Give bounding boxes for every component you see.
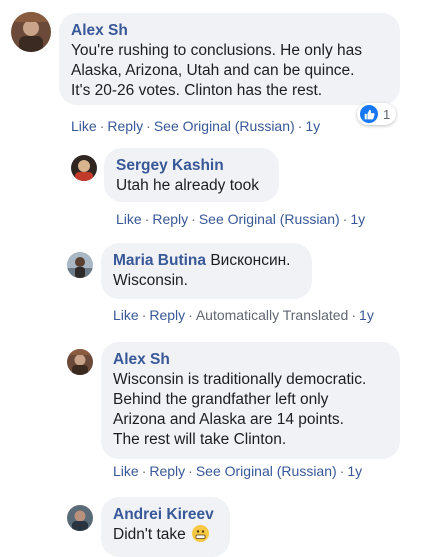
comment-author[interactable]: Alex Sh bbox=[71, 21, 388, 41]
timestamp[interactable]: 1y bbox=[347, 463, 362, 479]
comment-bubble: Sergey Kashin Utah he already took bbox=[104, 148, 279, 202]
comment-text-line: Wisconsin. bbox=[113, 272, 188, 289]
comment-actions: Like · Reply · See Original (Russian) · 1y bbox=[113, 462, 362, 480]
comment-author[interactable]: Maria Butina bbox=[113, 252, 206, 269]
comment-bubble: Andrei Kireev Didn't take bbox=[101, 497, 230, 557]
timestamp[interactable]: 1y bbox=[305, 118, 320, 134]
reply-link[interactable]: Reply bbox=[149, 463, 185, 479]
like-link[interactable]: Like bbox=[113, 307, 139, 323]
separator: · bbox=[99, 118, 105, 134]
comment-bubble: Alex Sh Wisconsin is traditionally democ… bbox=[101, 342, 400, 459]
separator: · bbox=[342, 211, 348, 227]
comment-text-line: The rest will take Clinton. bbox=[113, 431, 287, 448]
comment-author[interactable]: Andrei Kireev bbox=[113, 505, 218, 525]
separator: · bbox=[188, 307, 193, 323]
reply-link[interactable]: Reply bbox=[107, 118, 143, 134]
see-original-link[interactable]: See Original (Russian) bbox=[154, 118, 295, 134]
separator: · bbox=[191, 211, 196, 227]
separator: · bbox=[141, 463, 147, 479]
comment-bubble: Alex Sh You're rushing to conclusions. H… bbox=[59, 13, 400, 105]
grimacing-face-icon bbox=[192, 525, 210, 542]
separator: · bbox=[297, 118, 303, 134]
avatar[interactable] bbox=[11, 12, 51, 52]
separator: · bbox=[141, 307, 147, 323]
like-link[interactable]: Like bbox=[71, 118, 97, 134]
comment-text-line: It's 20-26 votes. Clinton has the rest. bbox=[71, 82, 323, 99]
reaction-count[interactable]: 1 bbox=[357, 103, 397, 125]
separator: · bbox=[146, 118, 151, 134]
avatar[interactable] bbox=[67, 349, 93, 375]
comment-actions: Like · Reply · See Original (Russian) · 1y bbox=[116, 210, 365, 228]
comment-text: Didn't take bbox=[113, 526, 186, 543]
comment-actions: Like · Reply · Automatically Translated · 1y bbox=[113, 306, 374, 324]
comment-bubble: Maria Butina Висконсин. Wisconsin. bbox=[101, 243, 312, 299]
reaction-count-label: 1 bbox=[383, 106, 391, 122]
avatar[interactable] bbox=[71, 155, 97, 181]
comment-text-line: You're rushing to conclusions. He only h… bbox=[71, 42, 363, 59]
comment-text-line: Arizona and Alaska are 14 points. bbox=[113, 411, 344, 428]
separator: · bbox=[339, 463, 345, 479]
translation-status: Automatically Translated bbox=[195, 307, 349, 323]
see-original-link[interactable]: See Original (Russian) bbox=[199, 211, 340, 227]
separator: · bbox=[144, 211, 150, 227]
comment-text-line: Wisconsin is traditionally democratic. bbox=[113, 371, 367, 388]
comment-text: You're rushing to conclusions. He only h… bbox=[71, 41, 388, 101]
avatar[interactable] bbox=[67, 505, 93, 531]
comment-actions: Like · Reply · See Original (Russian) · 1y bbox=[71, 117, 320, 135]
comment-author[interactable]: Sergey Kashin bbox=[116, 156, 267, 176]
reply-link[interactable]: Reply bbox=[152, 211, 188, 227]
timestamp[interactable]: 1y bbox=[359, 307, 374, 323]
timestamp[interactable]: 1y bbox=[350, 211, 365, 227]
reply-link[interactable]: Reply bbox=[149, 307, 185, 323]
separator: · bbox=[188, 463, 193, 479]
like-link[interactable]: Like bbox=[113, 463, 139, 479]
like-link[interactable]: Like bbox=[116, 211, 142, 227]
comment-author[interactable]: Alex Sh bbox=[113, 350, 388, 370]
see-original-link[interactable]: See Original (Russian) bbox=[196, 463, 337, 479]
comment-original-text: Висконсин. bbox=[210, 252, 291, 269]
comment-text-line: Behind the grandfather left only bbox=[113, 391, 329, 408]
avatar[interactable] bbox=[67, 252, 93, 278]
comment-text-line: Didn't take bbox=[113, 525, 218, 545]
comment-text: Wisconsin is traditionally democratic. B… bbox=[113, 370, 388, 450]
comment-first-line: Maria Butina Висконсин. bbox=[113, 251, 300, 271]
separator: · bbox=[351, 307, 357, 323]
thumbs-up-icon bbox=[360, 105, 378, 123]
comment-text-line: Alaska, Arizona, Utah and can be quince. bbox=[71, 62, 355, 79]
comment-text-line: Utah he already took bbox=[116, 177, 260, 194]
